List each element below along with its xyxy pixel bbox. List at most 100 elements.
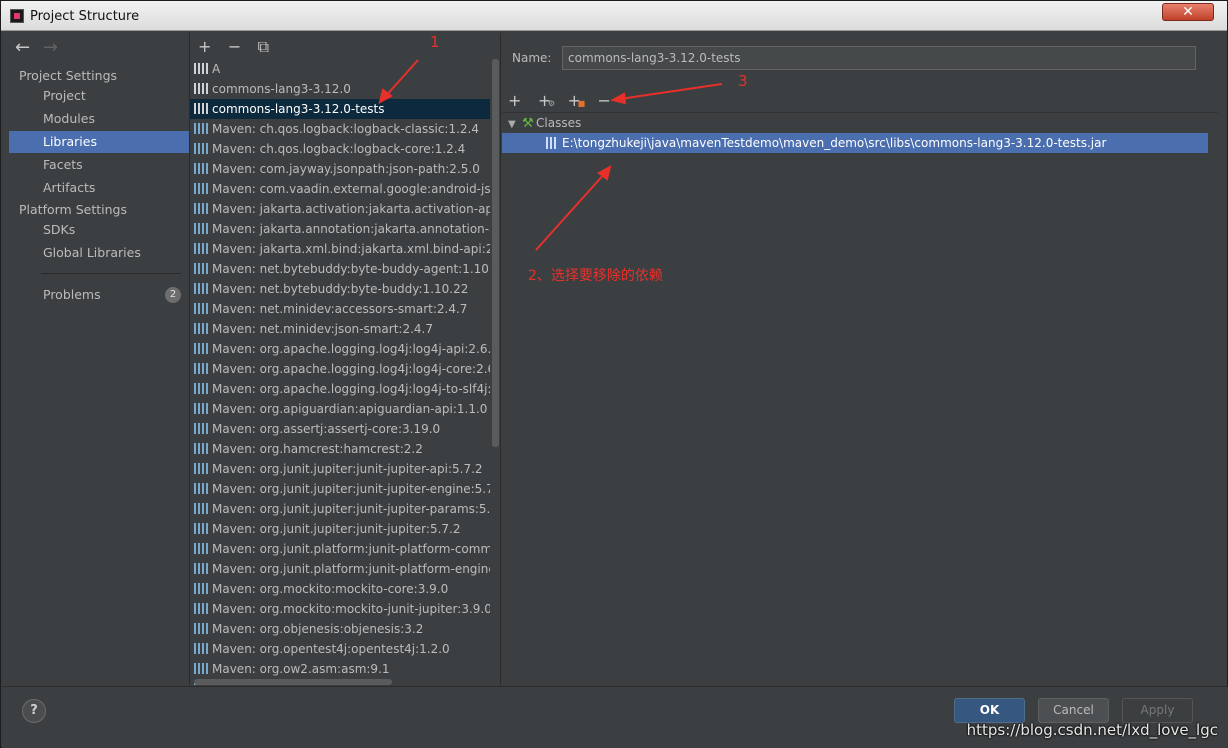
library-icon — [194, 483, 208, 494]
library-label: Maven: org.ow2.asm:asm:9.1 — [212, 662, 390, 676]
library-icon — [194, 163, 208, 174]
library-list-item[interactable]: Maven: jakarta.activation:jakarta.activa… — [190, 199, 490, 219]
library-icon — [194, 363, 208, 374]
library-list-item[interactable]: Maven: org.junit.jupiter:junit-jupiter-a… — [190, 459, 490, 479]
sidebar-item-facets[interactable]: Facets — [9, 154, 189, 176]
library-list-item[interactable]: Maven: ch.qos.logback:logback-classic:1.… — [190, 119, 490, 139]
library-icon — [194, 463, 208, 474]
forward-arrow-icon[interactable]: → — [43, 37, 67, 58]
apply-button[interactable]: Apply — [1122, 698, 1193, 723]
library-icon — [194, 423, 208, 434]
library-list-item[interactable]: Maven: org.junit.jupiter:junit-jupiter-p… — [190, 499, 490, 519]
library-list-item[interactable]: A — [190, 59, 490, 79]
copy-library-icon[interactable]: ⧉ — [258, 37, 284, 57]
sidebar-item-sdks[interactable]: SDKs — [9, 219, 189, 241]
jar-root-item[interactable]: E:\tongzhukeji\java\mavenTestdemo\maven_… — [502, 133, 1208, 153]
library-list-item[interactable]: Maven: net.bytebuddy:byte-buddy:1.10.22 — [190, 279, 490, 299]
library-list-item[interactable]: Maven: org.objenesis:objenesis:3.2 — [190, 619, 490, 639]
libraries-scroll-thumb[interactable] — [492, 59, 499, 447]
library-list-item[interactable]: Maven: org.junit.platform:junit-platform… — [190, 559, 490, 579]
sidebar-item-modules[interactable]: Modules — [9, 108, 189, 130]
library-label: Maven: org.apache.logging.log4j:log4j-ap… — [212, 342, 490, 356]
library-list-item[interactable]: commons-lang3-3.12.0-tests — [190, 99, 490, 119]
library-list-item[interactable]: commons-lang3-3.12.0 — [190, 79, 490, 99]
library-list-item[interactable]: Maven: org.assertj:assertj-core:3.19.0 — [190, 419, 490, 439]
libraries-toolbar: + − ⧉ — [198, 37, 284, 57]
cancel-button[interactable]: Cancel — [1038, 698, 1109, 723]
library-list-item[interactable]: Maven: org.junit.platform:junit-platform… — [190, 539, 490, 559]
library-icon — [194, 643, 208, 654]
library-list-item[interactable]: Maven: ch.qos.logback:logback-core:1.2.4 — [190, 139, 490, 159]
add-root-icon[interactable]: + — [508, 91, 534, 110]
library-label: Maven: net.minidev:accessors-smart:2.4.7 — [212, 302, 468, 316]
library-list-item[interactable]: Maven: jakarta.xml.bind:jakarta.xml.bind… — [190, 239, 490, 259]
add-library-icon[interactable]: + — [198, 37, 224, 56]
project-structure-dialog: Project Structure ✕ ← → Project Settings… — [0, 0, 1228, 748]
library-icon — [194, 263, 208, 274]
library-label: Maven: org.mockito:mockito-core:3.9.0 — [212, 582, 449, 596]
sidebar-item-libraries[interactable]: Libraries — [9, 131, 189, 153]
sidebar-item-artifacts[interactable]: Artifacts — [9, 177, 189, 199]
annotation-step-1: 1 — [430, 33, 440, 51]
title-bar: Project Structure ✕ — [1, 1, 1227, 31]
sidebar-item-global-libraries[interactable]: Global Libraries — [9, 242, 189, 264]
library-list-item[interactable]: Maven: org.mockito:mockito-junit-jupiter… — [190, 599, 490, 619]
library-label: Maven: jakarta.annotation:jakarta.annota… — [212, 222, 490, 236]
classes-node[interactable]: ▼ ⚒ Classes — [508, 113, 1208, 133]
library-icon — [194, 403, 208, 414]
library-list-item[interactable]: Maven: org.apache.logging.log4j:log4j-to… — [190, 379, 490, 399]
library-icon — [194, 283, 208, 294]
library-icon — [194, 143, 208, 154]
library-list-item[interactable]: Maven: net.minidev:accessors-smart:2.4.7 — [190, 299, 490, 319]
library-list-item[interactable]: Maven: org.apache.logging.log4j:log4j-ap… — [190, 339, 490, 359]
hammer-icon: ⚒ — [522, 116, 534, 131]
jar-path-label: E:\tongzhukeji\java\mavenTestdemo\maven_… — [562, 136, 1107, 150]
library-list-item[interactable]: Maven: com.jayway.jsonpath:json-path:2.5… — [190, 159, 490, 179]
sidebar-item-project[interactable]: Project — [9, 85, 189, 107]
add-other-root-icon[interactable]: + ■ — [568, 91, 594, 110]
help-button[interactable]: ? — [22, 699, 46, 723]
library-list-item[interactable]: Maven: org.mockito:mockito-core:3.9.0 — [190, 579, 490, 599]
library-list-item[interactable]: Maven: org.junit.jupiter:junit-jupiter:5… — [190, 519, 490, 539]
library-icon — [194, 623, 208, 634]
nav-divider — [41, 273, 181, 274]
add-special-root-icon[interactable]: + ⚙ — [538, 91, 564, 110]
library-list-item[interactable]: Maven: org.apiguardian:apiguardian-api:1… — [190, 399, 490, 419]
roots-toolbar: + + ⚙ + ■ − — [508, 91, 623, 111]
library-icon — [194, 243, 208, 254]
library-list-item[interactable]: Maven: jakarta.annotation:jakarta.annota… — [190, 219, 490, 239]
libraries-horizontal-scrollbar[interactable] — [194, 679, 392, 685]
library-label: Maven: org.junit.platform:junit-platform… — [212, 542, 490, 556]
library-list-item[interactable]: Maven: org.junit.jupiter:junit-jupiter-e… — [190, 479, 490, 499]
library-list-item[interactable]: Maven: org.apache.logging.log4j:log4j-co… — [190, 359, 490, 379]
library-list-item[interactable]: Maven: org.opentest4j:opentest4j:1.2.0 — [190, 639, 490, 659]
library-name-field[interactable]: commons-lang3-3.12.0-tests — [562, 46, 1196, 70]
library-icon — [194, 543, 208, 554]
library-list-item[interactable]: Maven: org.ow2.asm:asm:9.1 — [190, 659, 490, 679]
libraries-list: Acommons-lang3-3.12.0 commons-lang3-3.12.… — [190, 59, 490, 685]
close-button[interactable]: ✕ — [1162, 3, 1214, 21]
ok-button[interactable]: OK — [954, 698, 1025, 723]
library-list-item[interactable]: Maven: com.vaadin.external.google:androi… — [190, 179, 490, 199]
classes-node-label: Classes — [536, 116, 582, 130]
chevron-down-icon[interactable]: ▼ — [508, 115, 522, 135]
intellij-app-icon — [10, 9, 24, 23]
nav-item-problems[interactable]: Problems 2 — [9, 284, 189, 306]
nav-arrows: ← → — [15, 37, 67, 58]
library-label: Maven: org.apiguardian:apiguardian-api:1… — [212, 402, 488, 416]
library-icon — [194, 503, 208, 514]
library-icon — [194, 663, 208, 674]
library-label: Maven: com.vaadin.external.google:androi… — [212, 182, 490, 196]
library-list-item[interactable]: Maven: net.minidev:json-smart:2.4.7 — [190, 319, 490, 339]
library-list-item[interactable]: Maven: net.bytebuddy:byte-buddy-agent:1.… — [190, 259, 490, 279]
library-label: Maven: ch.qos.logback:logback-core:1.2.4 — [212, 142, 466, 156]
library-list-item[interactable]: Maven: org.hamcrest:hamcrest:2.2 — [190, 439, 490, 459]
platform-settings-header: Platform Settings — [19, 202, 127, 217]
libraries-vertical-scrollbar[interactable] — [491, 59, 500, 685]
remove-root-icon[interactable]: − — [597, 91, 623, 110]
library-label: Maven: org.apache.logging.log4j:log4j-to… — [212, 382, 490, 396]
library-icon — [194, 203, 208, 214]
library-icon — [194, 63, 208, 74]
remove-library-icon[interactable]: − — [228, 37, 254, 56]
back-arrow-icon[interactable]: ← — [15, 37, 39, 58]
